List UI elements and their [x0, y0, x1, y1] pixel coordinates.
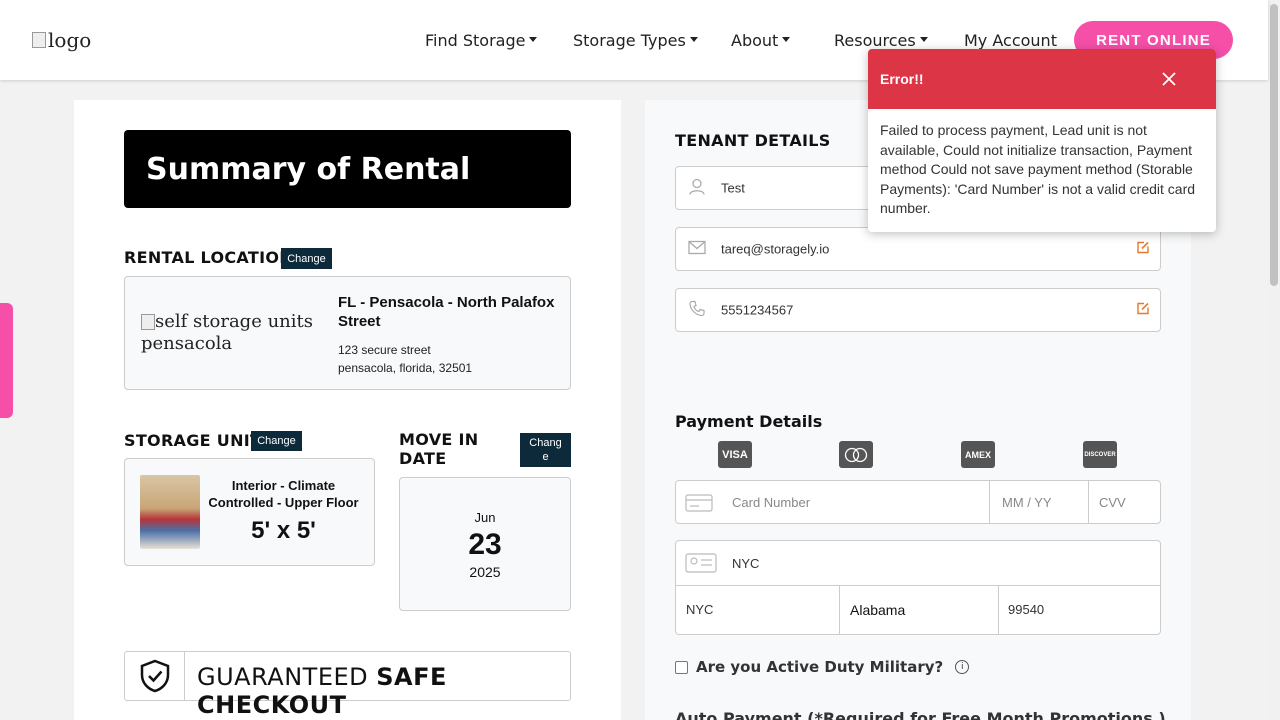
- change-location-button[interactable]: Change: [281, 248, 332, 269]
- tenant-email-value: tareq@storagely.io: [721, 241, 830, 257]
- date-year: 2025: [469, 564, 501, 580]
- location-image: self storage units pensacola: [141, 311, 321, 355]
- caret-down-icon: [782, 37, 791, 42]
- logo[interactable]: logo: [32, 28, 91, 52]
- divider: [676, 585, 1160, 586]
- nav-storage-types[interactable]: Storage Types: [573, 31, 698, 50]
- card-entry-group: Card Number MM / YY CVV: [675, 480, 1161, 524]
- toast-message: Failed to process payment, Lead unit is …: [880, 122, 1196, 217]
- nav-label: Find Storage: [425, 31, 526, 50]
- unit-card: Interior - Climate Controlled - Upper Fl…: [124, 458, 375, 566]
- id-card-icon: [685, 553, 717, 578]
- city-input[interactable]: NYC: [686, 602, 713, 617]
- close-icon[interactable]: [1160, 70, 1178, 88]
- nav-about[interactable]: About: [731, 31, 791, 50]
- unit-image: [140, 475, 200, 549]
- discover-icon: DISCOVER: [1083, 441, 1117, 468]
- user-icon: [688, 178, 706, 199]
- nav-my-account[interactable]: My Account: [964, 31, 1057, 50]
- date-day: 23: [468, 528, 502, 561]
- caret-down-icon: [529, 37, 538, 42]
- envelope-icon: [688, 240, 706, 258]
- tenant-details-title: TENANT DETAILS: [675, 131, 831, 150]
- amex-icon: AMEX: [961, 441, 995, 468]
- shield-check-icon: [125, 652, 185, 700]
- phone-icon: [688, 300, 706, 321]
- safe-checkout-text: GUARANTEED SAFE CHECKOUT: [197, 663, 570, 719]
- date-month: Jun: [474, 510, 496, 525]
- broken-image-icon: [32, 32, 46, 48]
- zip-input[interactable]: 99540: [1008, 602, 1044, 617]
- unit-name: Interior - Climate Controlled - Upper Fl…: [208, 478, 359, 510]
- logo-alt-text: logo: [48, 28, 92, 52]
- address-input[interactable]: NYC: [732, 556, 759, 571]
- address-line2: pensacola, florida, 32501: [338, 361, 473, 375]
- nav-label: My Account: [964, 31, 1057, 50]
- nav-label: Resources: [834, 31, 916, 50]
- amex-label: AMEX: [964, 449, 991, 460]
- divider: [989, 481, 990, 523]
- safe-checkout-prefix: GUARANTEED: [197, 663, 369, 691]
- tenant-email-field[interactable]: tareq@storagely.io: [675, 227, 1161, 271]
- location-image-alt: self storage units pensacola: [141, 311, 313, 354]
- change-date-button[interactable]: Change: [520, 433, 571, 467]
- nav-find-storage[interactable]: Find Storage: [425, 31, 538, 50]
- location-card: self storage units pensacola FL - Pensac…: [124, 276, 571, 390]
- divider: [839, 586, 840, 634]
- divider: [1088, 481, 1089, 523]
- summary-title: Summary of Rental: [124, 130, 571, 208]
- visa-icon: VISA: [718, 441, 752, 468]
- scrollbar-thumb[interactable]: [1270, 4, 1278, 286]
- military-checkbox[interactable]: [675, 660, 688, 674]
- payment-details-title: Payment Details: [675, 412, 823, 431]
- page-scrollbar[interactable]: [1268, 0, 1280, 720]
- location-address: 123 secure street pensacola, florida, 32…: [338, 341, 472, 377]
- error-toast: Error!! Failed to process payment, Lead …: [868, 49, 1216, 232]
- safe-checkout-banner: GUARANTEED SAFE CHECKOUT: [124, 651, 571, 719]
- caret-down-icon: [689, 37, 698, 42]
- tenant-phone-value: 5551234567: [721, 302, 794, 318]
- unit-size: 5' x 5': [251, 517, 316, 544]
- tenant-phone-field[interactable]: 5551234567: [675, 288, 1161, 332]
- military-row: Are you Active Duty Military? i: [675, 658, 970, 676]
- tenant-name-value: Test: [721, 180, 745, 196]
- toast-title: Error!!: [880, 71, 924, 87]
- mastercard-icon: [839, 441, 873, 468]
- billing-address-group: NYC NYC Alabama 99540: [675, 540, 1161, 635]
- edit-icon[interactable]: [1136, 241, 1150, 258]
- nav-resources[interactable]: Resources: [834, 31, 928, 50]
- move-in-date-card[interactable]: Jun 23 2025: [399, 477, 571, 611]
- state-select[interactable]: Alabama: [850, 602, 905, 618]
- edit-icon[interactable]: [1136, 302, 1150, 319]
- storage-unit-label: STORAGE UNIT: [124, 431, 262, 450]
- address-line1: 123 secure street: [338, 343, 431, 357]
- card-number-input[interactable]: Card Number: [732, 495, 810, 510]
- military-label: Are you Active Duty Military?: [696, 658, 944, 676]
- cvv-input[interactable]: CVV: [1099, 495, 1126, 510]
- nav-label: Storage Types: [573, 31, 686, 50]
- visa-label: VISA: [722, 448, 748, 461]
- divider: [998, 586, 999, 634]
- discover-label: DISCOVER: [1084, 451, 1116, 458]
- side-feedback-tab[interactable]: [0, 303, 13, 418]
- info-icon[interactable]: i: [955, 660, 970, 674]
- broken-image-icon: [141, 314, 155, 330]
- rental-location-label: RENTAL LOCATION: [124, 248, 293, 267]
- change-unit-button[interactable]: Change: [251, 431, 302, 451]
- move-in-date-label: MOVE IN DATE: [399, 430, 479, 468]
- credit-card-icon: [685, 494, 713, 517]
- auto-payment-label: Auto Payment (*Required for Free Month P…: [675, 709, 1166, 720]
- expiry-input[interactable]: MM / YY: [1002, 495, 1052, 510]
- nav-label: About: [731, 31, 779, 50]
- location-name: FL - Pensacola - North Palafox Street: [338, 294, 555, 330]
- caret-down-icon: [919, 37, 928, 42]
